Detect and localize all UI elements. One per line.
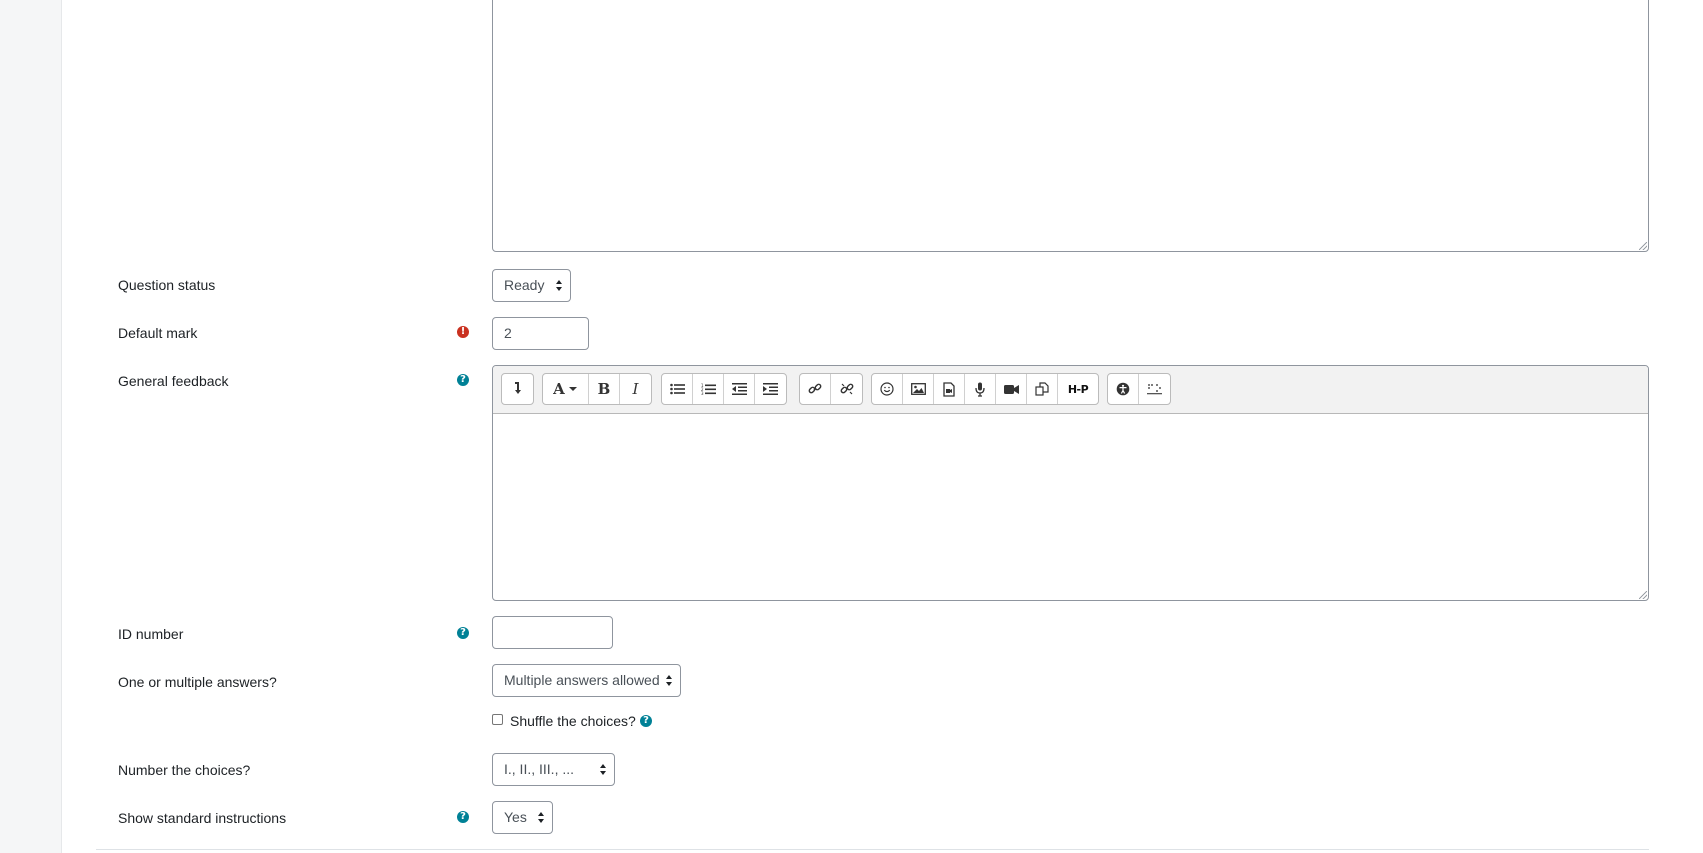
accessibility-checker-icon[interactable] (1108, 374, 1139, 404)
emoji-icon[interactable] (872, 374, 903, 404)
default-mark-input[interactable]: 2 (492, 317, 589, 350)
instructions-label: Show standard instructions (118, 810, 287, 826)
manage-files-icon[interactable] (1027, 374, 1058, 404)
svg-text:3: 3 (701, 391, 704, 396)
toolbar-group-accessibility (1107, 373, 1171, 405)
editor-toolbar: A B I 123 H-P (493, 366, 1648, 414)
link-icon[interactable] (800, 374, 831, 404)
select-arrows-icon (556, 280, 562, 292)
select-arrows-icon (538, 812, 544, 824)
general-feedback-editor[interactable]: A B I 123 H-P (492, 365, 1649, 601)
media-icon[interactable] (934, 374, 965, 404)
default-mark-label: Default mark (118, 325, 198, 341)
font-style-icon[interactable]: A (543, 374, 589, 404)
general-feedback-label: General feedback (118, 373, 229, 389)
italic-icon[interactable]: I (620, 374, 651, 404)
select-arrows-icon (666, 675, 672, 687)
help-icon[interactable]: ? (640, 715, 652, 727)
question-status-value: Ready (504, 277, 545, 293)
unlink-icon[interactable] (831, 374, 862, 404)
image-icon[interactable] (903, 374, 934, 404)
select-arrows-icon (600, 764, 606, 776)
toolbar-group-links (799, 373, 863, 405)
instructions-select[interactable]: Yes (492, 801, 553, 834)
numbering-label: Number the choices? (118, 762, 251, 778)
question-status-label: Question status (118, 277, 216, 293)
unordered-list-icon[interactable] (662, 374, 693, 404)
shuffle-label: Shuffle the choices? (510, 713, 636, 729)
id-number-label: ID number (118, 626, 184, 642)
ordered-list-icon[interactable]: 123 (693, 374, 724, 404)
screenreader-helper-icon[interactable] (1139, 374, 1170, 404)
numbering-value: I., II., III., ... (504, 761, 575, 777)
outdent-icon[interactable] (724, 374, 755, 404)
help-icon[interactable]: ? (457, 811, 469, 823)
left-sidebar-strip (0, 0, 62, 853)
answers-value: Multiple answers allowed (504, 672, 660, 688)
toolbar-group-collapse (501, 373, 534, 405)
id-number-input[interactable] (492, 616, 613, 649)
shuffle-checkbox[interactable] (492, 714, 503, 725)
record-audio-icon[interactable] (965, 374, 996, 404)
section-divider (96, 849, 1649, 850)
toolbar-group-media: H-P (871, 373, 1099, 405)
help-icon[interactable]: ? (457, 374, 469, 386)
h5p-icon[interactable]: H-P (1058, 374, 1098, 404)
collapse-icon[interactable] (502, 374, 533, 404)
resize-handle-icon[interactable] (1639, 591, 1647, 599)
bold-icon[interactable]: B (589, 374, 620, 404)
required-icon: ! (457, 326, 469, 338)
answers-label: One or multiple answers? (118, 674, 277, 690)
instructions-value: Yes (504, 809, 527, 825)
indent-icon[interactable] (755, 374, 786, 404)
question-status-select[interactable]: Ready (492, 269, 571, 302)
record-video-icon[interactable] (996, 374, 1027, 404)
toolbar-group-style: A B I (542, 373, 652, 405)
answers-select[interactable]: Multiple answers allowed (492, 664, 681, 697)
resize-handle-icon[interactable] (1639, 242, 1647, 250)
toolbar-group-lists: 123 (661, 373, 787, 405)
question-text-editor-area[interactable] (492, 0, 1649, 252)
help-icon[interactable]: ? (457, 627, 469, 639)
numbering-select[interactable]: I., II., III., ... (492, 753, 615, 786)
